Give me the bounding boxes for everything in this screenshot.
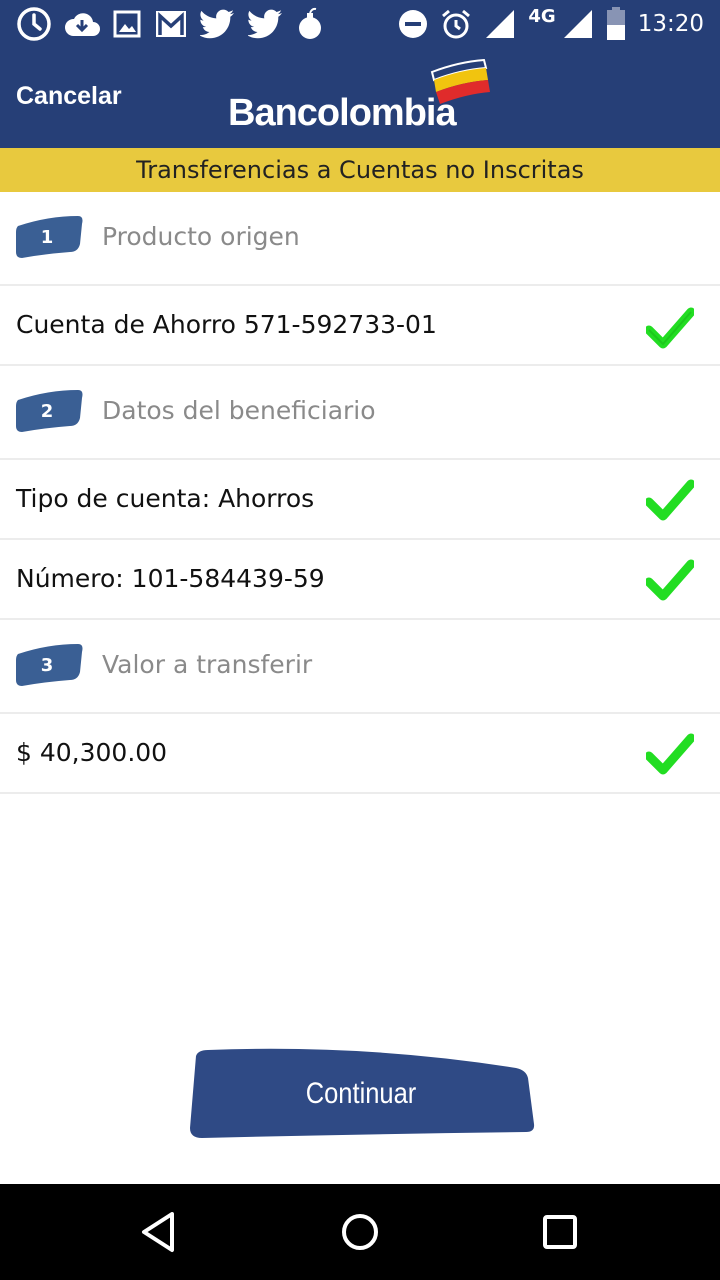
- amount-row[interactable]: $ 40,300.00: [0, 714, 720, 794]
- twitter-icon: [248, 9, 282, 39]
- logo-flag-icon: [430, 58, 490, 104]
- step-badge: 2: [16, 390, 83, 432]
- bomb-icon: [299, 7, 321, 39]
- step-badge: 1: [16, 216, 83, 258]
- amount-text: $ 40,300.00: [16, 738, 168, 767]
- back-icon[interactable]: [136, 1208, 184, 1256]
- notification-icons: [16, 6, 324, 42]
- gmail-icon: [156, 11, 186, 37]
- checkmark-icon: [646, 479, 694, 521]
- network-type: 4G: [528, 5, 556, 27]
- cancel-button[interactable]: Cancelar: [16, 82, 122, 111]
- clock-time: 13:20: [637, 11, 704, 37]
- signal-icon: [486, 10, 515, 38]
- dnd-icon: [399, 10, 428, 38]
- section-label: Datos del beneficiario: [102, 396, 376, 425]
- section-beneficiary-data: 2 Datos del beneficiario: [0, 366, 720, 460]
- cloud-download-icon: [64, 13, 100, 36]
- account-number-row[interactable]: Número: 101-584439-59: [0, 540, 720, 620]
- bancolombia-logo: Bancolombia: [228, 58, 498, 140]
- checkmark-icon: [646, 307, 694, 349]
- app-bar: Cancelar Bancolombia: [0, 48, 720, 148]
- navigation-bar: [0, 1184, 720, 1280]
- checkmark-icon: [646, 733, 694, 775]
- alarm-icon: [442, 9, 471, 39]
- logo-text: Bancolombia: [228, 92, 457, 134]
- image-icon: [113, 10, 141, 38]
- checkmark-icon: [646, 559, 694, 601]
- step-number: 3: [41, 655, 54, 676]
- step-badge: 3: [16, 644, 83, 686]
- recents-icon[interactable]: [536, 1208, 584, 1256]
- status-bar: 4G 13:20: [0, 0, 720, 48]
- step-number: 2: [41, 401, 54, 422]
- account-type-row[interactable]: Tipo de cuenta: Ahorros: [0, 460, 720, 540]
- home-icon[interactable]: [336, 1208, 384, 1256]
- account-type-text: Tipo de cuenta: Ahorros: [16, 484, 315, 513]
- origin-account-row[interactable]: Cuenta de Ahorro 571-592733-01: [0, 286, 720, 366]
- step-number: 1: [41, 227, 54, 248]
- signal-icon: [563, 10, 592, 38]
- section-label: Producto origen: [102, 222, 300, 251]
- origin-account-text: Cuenta de Ahorro 571-592733-01: [16, 310, 437, 339]
- page-title: Transferencias a Cuentas no Inscritas: [0, 148, 720, 192]
- twitter-icon: [200, 9, 234, 39]
- section-origin-product: 1 Producto origen: [0, 192, 720, 286]
- account-number-text: Número: 101-584439-59: [16, 564, 325, 593]
- section-transfer-amount: 3 Valor a transferir: [0, 620, 720, 714]
- continue-button[interactable]: Continuar: [186, 1044, 536, 1140]
- system-icons: 4G 13:20: [398, 6, 704, 42]
- battery-icon: [606, 7, 625, 40]
- section-label: Valor a transferir: [102, 650, 313, 679]
- clock-icon: [17, 7, 51, 41]
- continue-label: Continuar: [305, 1077, 417, 1110]
